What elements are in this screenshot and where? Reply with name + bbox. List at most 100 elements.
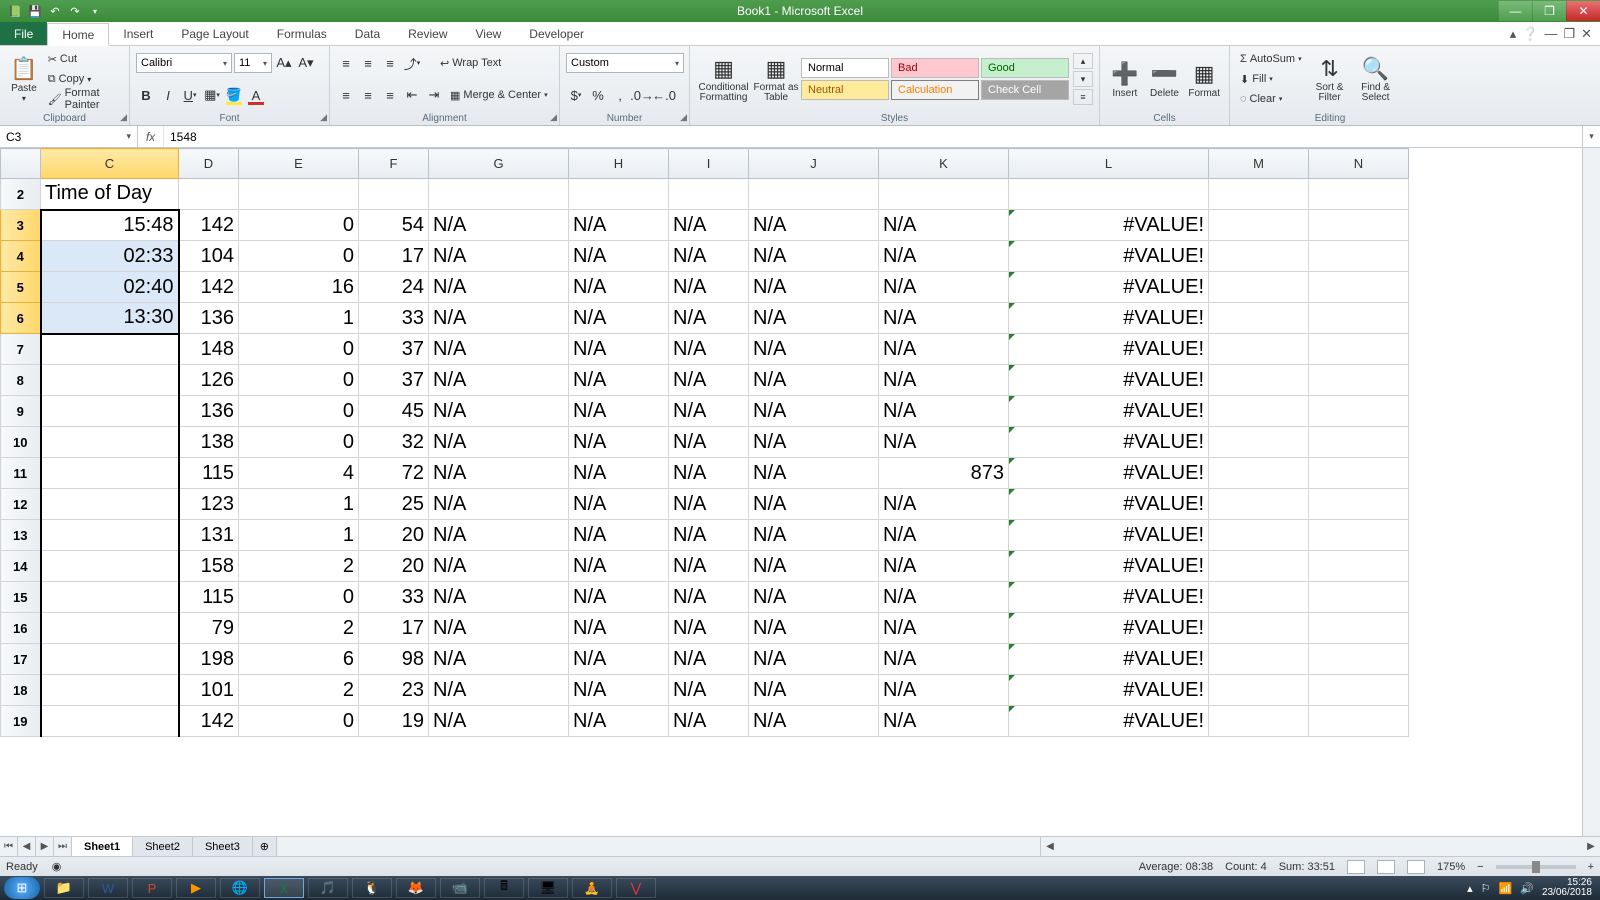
taskbar-calc-icon[interactable]: 🖩 (484, 878, 524, 898)
cell-N14[interactable] (1309, 551, 1409, 582)
cell-D9[interactable]: 136 (179, 396, 239, 427)
number-format-combo[interactable]: Custom▾ (566, 53, 684, 73)
cell-J12[interactable]: N/A (749, 489, 879, 520)
col-header-E[interactable]: E (239, 149, 359, 179)
cell-J16[interactable]: N/A (749, 613, 879, 644)
cell-L9[interactable]: #VALUE! (1009, 396, 1209, 427)
col-header-F[interactable]: F (359, 149, 429, 179)
tray-network-icon[interactable]: 📶 (1499, 882, 1513, 895)
cell-J3[interactable]: N/A (749, 210, 879, 241)
window-restore-icon[interactable]: ❐ (1563, 26, 1575, 42)
view-page-layout-icon[interactable] (1377, 860, 1395, 874)
orientation-icon[interactable]: ⤴▾ (402, 53, 422, 73)
cell-C11[interactable] (41, 458, 179, 489)
cell-D14[interactable]: 158 (179, 551, 239, 582)
cell-H4[interactable]: N/A (569, 241, 669, 272)
cell-J13[interactable]: N/A (749, 520, 879, 551)
tab-home[interactable]: Home (47, 23, 109, 46)
increase-indent-icon[interactable]: ⇥ (424, 85, 444, 105)
cell-L2[interactable] (1009, 179, 1209, 210)
row-header-11[interactable]: 11 (1, 458, 41, 489)
cell-N7[interactable] (1309, 334, 1409, 365)
cell-L12[interactable]: #VALUE! (1009, 489, 1209, 520)
clear-button[interactable]: ◌Clear▾ (1236, 90, 1306, 108)
cell-F13[interactable]: 20 (359, 520, 429, 551)
cell-J4[interactable]: N/A (749, 241, 879, 272)
cell-H10[interactable]: N/A (569, 427, 669, 458)
cell-D7[interactable]: 148 (179, 334, 239, 365)
cell-D19[interactable]: 142 (179, 706, 239, 737)
cell-G3[interactable]: N/A (429, 210, 569, 241)
taskbar-firefox-icon[interactable]: 🦊 (396, 878, 436, 898)
cell-J11[interactable]: N/A (749, 458, 879, 489)
cell-K3[interactable]: N/A (879, 210, 1009, 241)
close-button[interactable]: ✕ (1566, 1, 1600, 21)
cut-button[interactable]: ✂Cut (44, 50, 123, 68)
cell-L11[interactable]: #VALUE! (1009, 458, 1209, 489)
taskbar-vpn-icon[interactable]: ⋁ (616, 878, 656, 898)
cell-I5[interactable]: N/A (669, 272, 749, 303)
cell-G4[interactable]: N/A (429, 241, 569, 272)
cell-N12[interactable] (1309, 489, 1409, 520)
font-color-button[interactable]: A (246, 85, 266, 105)
cell-L16[interactable]: #VALUE! (1009, 613, 1209, 644)
cell-G9[interactable]: N/A (429, 396, 569, 427)
cell-G2[interactable] (429, 179, 569, 210)
cell-G6[interactable]: N/A (429, 303, 569, 334)
cell-M17[interactable] (1209, 644, 1309, 675)
row-header-5[interactable]: 5 (1, 272, 41, 303)
view-page-break-icon[interactable] (1407, 860, 1425, 874)
fill-button[interactable]: ⬇Fill▾ (1236, 70, 1306, 88)
taskbar-explorer-icon[interactable]: 📁 (44, 878, 84, 898)
decrease-decimal-icon[interactable]: ←.0 (654, 85, 674, 105)
save-icon[interactable]: 💾 (26, 2, 44, 20)
zoom-in-icon[interactable]: + (1588, 861, 1594, 873)
row-header-3[interactable]: 3 (1, 210, 41, 241)
cell-I18[interactable]: N/A (669, 675, 749, 706)
find-select-button[interactable]: 🔍Find & Select (1354, 48, 1398, 110)
cell-C6[interactable]: 13:30 (41, 303, 179, 334)
sheet-tab-1[interactable]: Sheet1 (72, 837, 133, 856)
cell-C18[interactable] (41, 675, 179, 706)
tray-expand-icon[interactable]: ▴ (1467, 882, 1473, 895)
align-left-icon[interactable]: ≡ (336, 85, 356, 105)
number-launcher-icon[interactable]: ◢ (680, 112, 687, 123)
cell-F9[interactable]: 45 (359, 396, 429, 427)
tray-flag-icon[interactable]: ⚐ (1481, 882, 1491, 895)
cell-L19[interactable]: #VALUE! (1009, 706, 1209, 737)
row-header-19[interactable]: 19 (1, 706, 41, 737)
cell-G15[interactable]: N/A (429, 582, 569, 613)
cell-E3[interactable]: 0 (239, 210, 359, 241)
cell-J19[interactable]: N/A (749, 706, 879, 737)
cell-N3[interactable] (1309, 210, 1409, 241)
sheet-nav-next-icon[interactable]: ▶ (36, 837, 54, 856)
cell-G17[interactable]: N/A (429, 644, 569, 675)
cell-L17[interactable]: #VALUE! (1009, 644, 1209, 675)
cell-D6[interactable]: 136 (179, 303, 239, 334)
cell-I17[interactable]: N/A (669, 644, 749, 675)
cell-K8[interactable]: N/A (879, 365, 1009, 396)
conditional-formatting-button[interactable]: ▦Conditional Formatting (696, 48, 751, 110)
cell-I6[interactable]: N/A (669, 303, 749, 334)
cell-G16[interactable]: N/A (429, 613, 569, 644)
cell-C10[interactable] (41, 427, 179, 458)
styles-scroll-down-icon[interactable]: ▾ (1073, 71, 1093, 87)
cell-F4[interactable]: 17 (359, 241, 429, 272)
cell-I14[interactable]: N/A (669, 551, 749, 582)
cell-I3[interactable]: N/A (669, 210, 749, 241)
taskbar-app5-icon[interactable]: 🧘 (572, 878, 612, 898)
col-header-C[interactable]: C (41, 149, 179, 179)
horizontal-scrollbar[interactable]: ◀▶ (1040, 837, 1600, 856)
cell-K11[interactable]: 873 (879, 458, 1009, 489)
tab-page-layout[interactable]: Page Layout (167, 22, 262, 45)
cell-F2[interactable] (359, 179, 429, 210)
cell-K5[interactable]: N/A (879, 272, 1009, 303)
italic-button[interactable]: I (158, 85, 178, 105)
style-neutral[interactable]: Neutral (801, 80, 889, 100)
sheet-tab-3[interactable]: Sheet3 (193, 837, 253, 856)
cell-H15[interactable]: N/A (569, 582, 669, 613)
cell-J8[interactable]: N/A (749, 365, 879, 396)
cell-I7[interactable]: N/A (669, 334, 749, 365)
cell-C4[interactable]: 02:33 (41, 241, 179, 272)
row-header-18[interactable]: 18 (1, 675, 41, 706)
